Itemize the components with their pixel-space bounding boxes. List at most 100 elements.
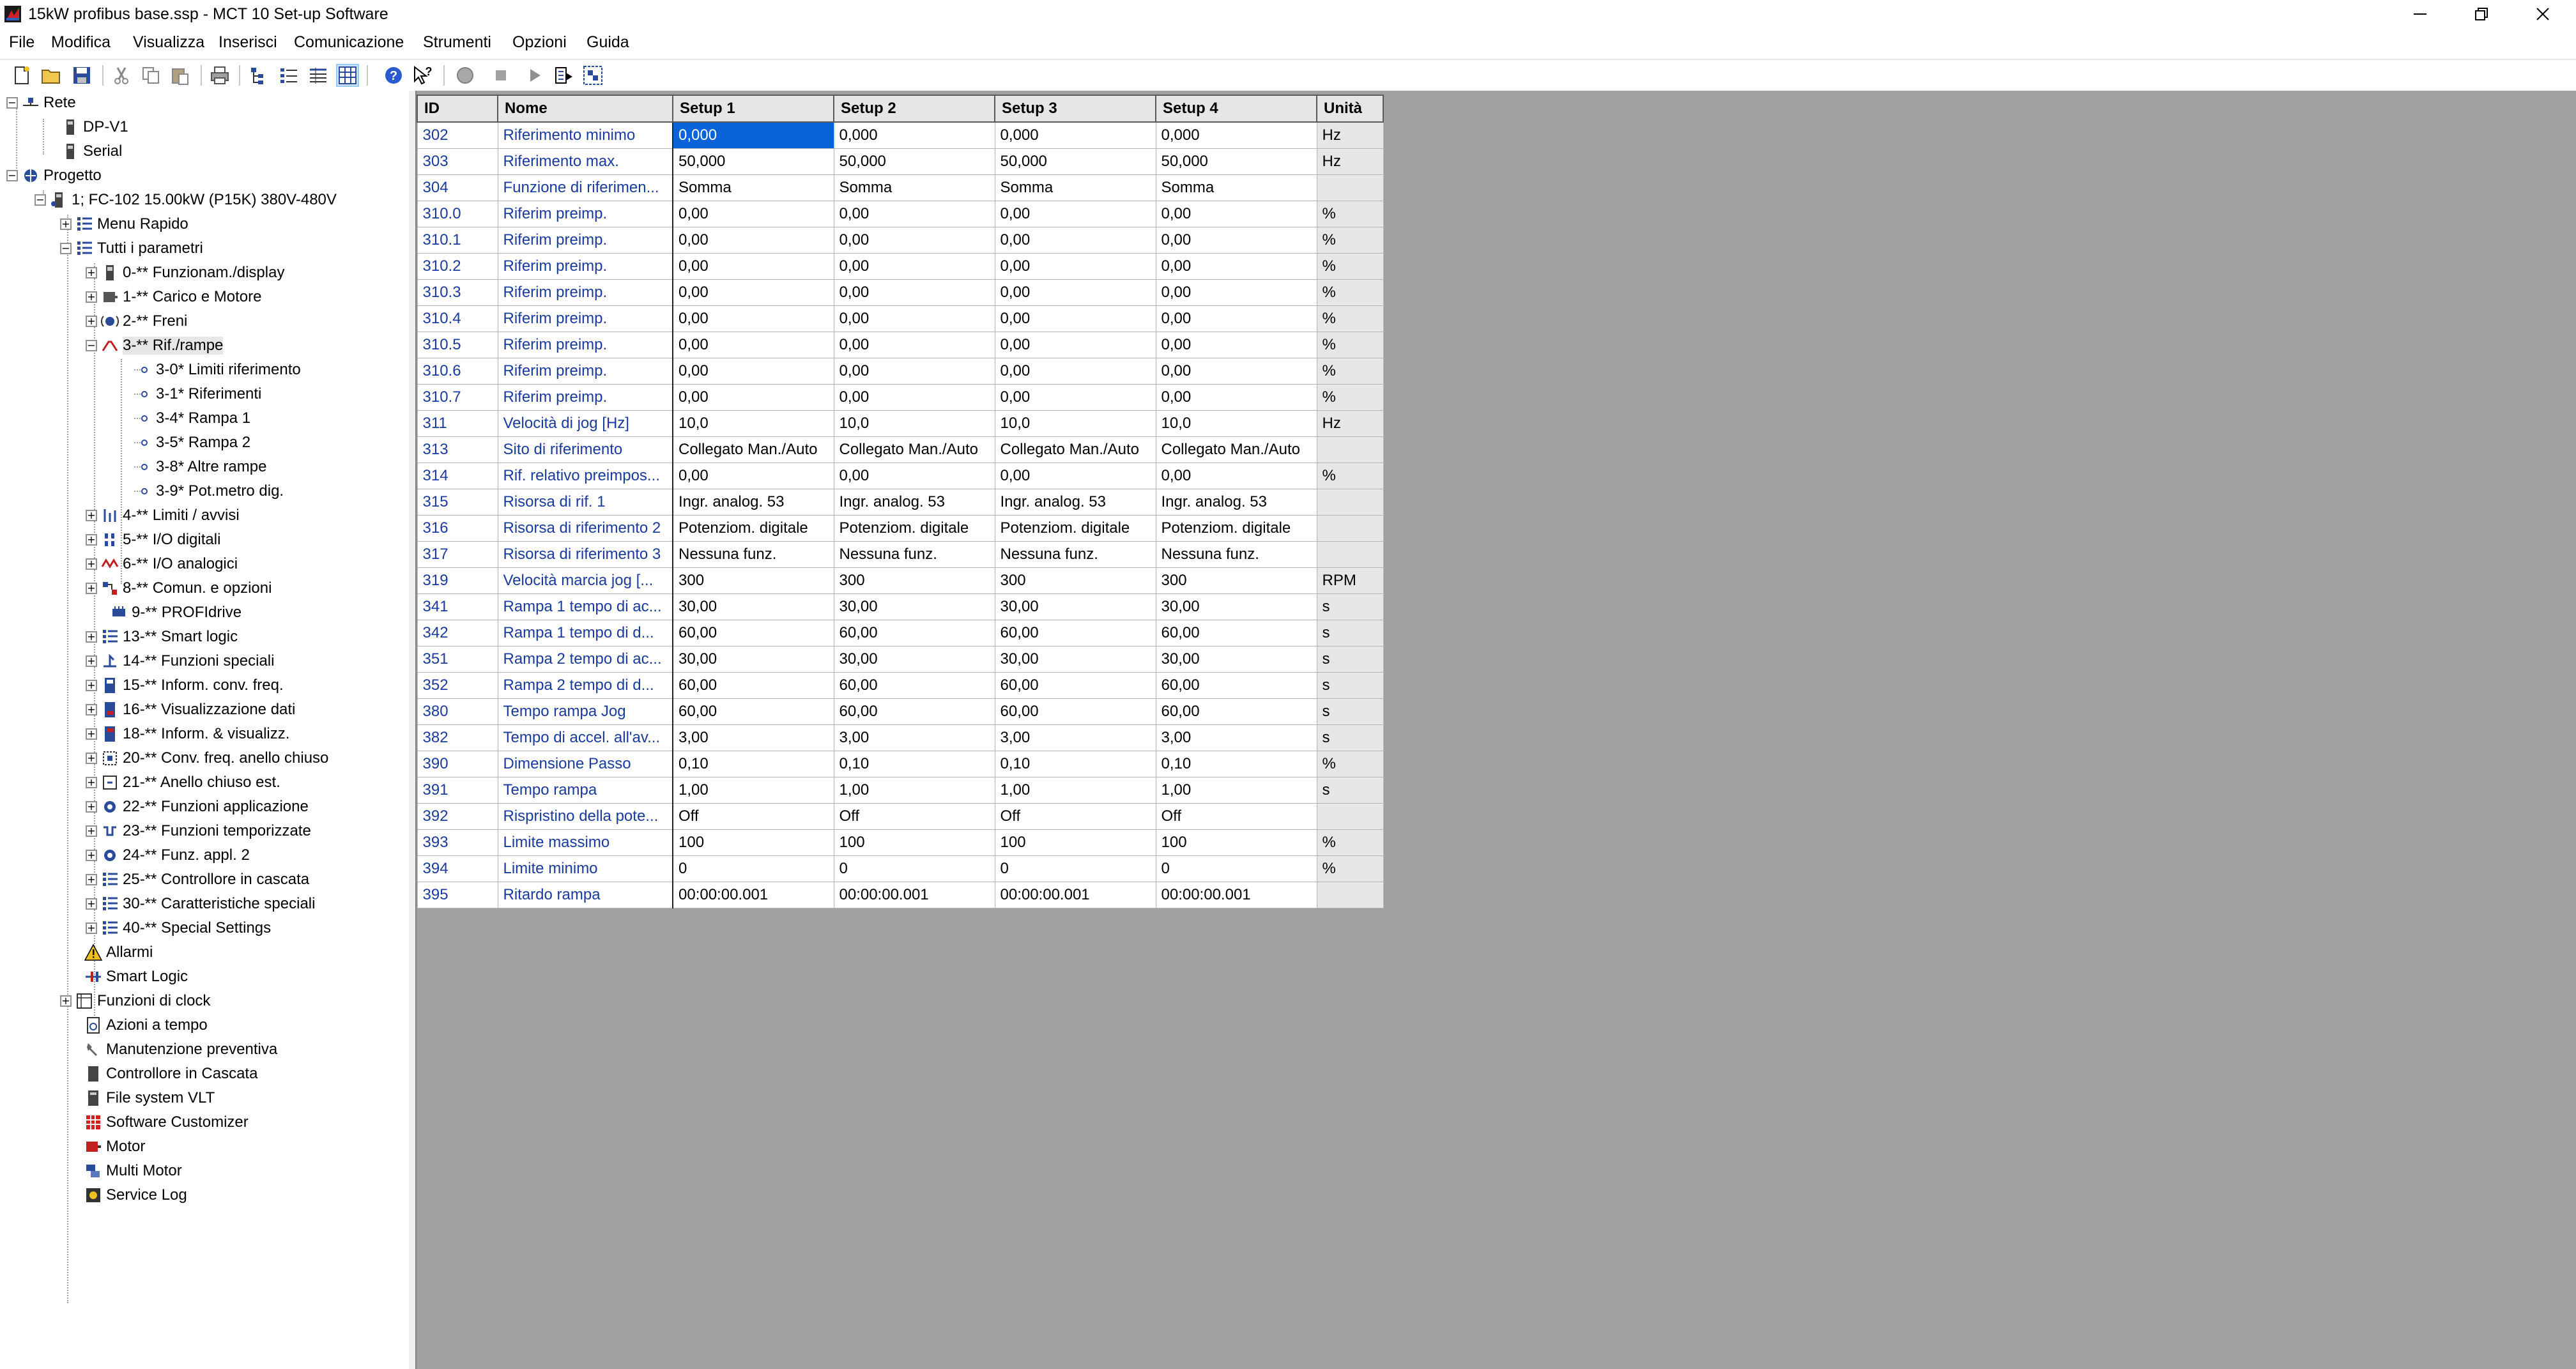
- save-icon[interactable]: [72, 65, 92, 86]
- tree-item-service-log[interactable]: Service Log: [84, 1183, 187, 1207]
- cell-setup-2[interactable]: 00:00:00.001: [833, 882, 995, 908]
- tree-item-group-0[interactable]: +0-** Funzionam./display: [86, 261, 284, 284]
- expand-icon[interactable]: +: [86, 873, 97, 885]
- cell-setup-2[interactable]: Collegato Man./Auto: [833, 436, 995, 463]
- expand-icon[interactable]: +: [86, 655, 97, 667]
- cell-setup-2[interactable]: 50,000: [833, 148, 995, 175]
- restore-button[interactable]: [2453, 0, 2510, 28]
- collapse-icon[interactable]: −: [6, 169, 18, 181]
- cut-icon[interactable]: [111, 65, 132, 86]
- tree-item-group-22[interactable]: +22-** Funzioni applicazione: [86, 795, 309, 818]
- tree-item-group-30[interactable]: +30-** Caratteristiche speciali: [86, 892, 315, 915]
- cell-setup-4[interactable]: Potenziom. digitale: [1155, 515, 1317, 542]
- table-row[interactable]: 310.1 Riferim preimp. 0,00 0,00 0,00 0,00%: [417, 227, 1384, 254]
- tree-item-group-25[interactable]: +25-** Controllore in cascata: [86, 868, 309, 891]
- column-header-setup-2[interactable]: Setup 2: [833, 95, 995, 123]
- expand-icon[interactable]: +: [86, 703, 97, 715]
- tree-item-group-4[interactable]: +4-** Limiti / avvisi: [86, 503, 240, 527]
- table-row[interactable]: 303 Riferimento max. 50,000 50,000 50,000 50,…: [417, 148, 1384, 175]
- new-icon[interactable]: [12, 65, 32, 86]
- expand-icon[interactable]: +: [86, 728, 97, 740]
- table-row[interactable]: 341 Rampa 1 tempo di ac... 30,00 30,00 30,00…: [417, 593, 1384, 620]
- cell-setup-1[interactable]: 3,00: [672, 724, 834, 751]
- cell-setup-4[interactable]: 30,00: [1155, 646, 1317, 673]
- cell-setup-1[interactable]: 0,000: [672, 121, 834, 149]
- table-row[interactable]: 393 Limite massimo 100 100 100 100%: [417, 829, 1384, 856]
- column-header-unita[interactable]: Unità: [1316, 95, 1384, 123]
- cell-setup-3[interactable]: Somma: [994, 174, 1156, 201]
- column-header-nome[interactable]: Nome: [497, 95, 673, 123]
- cell-setup-1[interactable]: 0,00: [672, 279, 834, 306]
- context-help-icon[interactable]: ?: [413, 65, 433, 86]
- cell-setup-4[interactable]: Off: [1155, 803, 1317, 830]
- cell-setup-2[interactable]: 0: [833, 855, 995, 882]
- cell-setup-4[interactable]: 60,00: [1155, 698, 1317, 725]
- cell-setup-4[interactable]: Ingr. analog. 53: [1155, 489, 1317, 516]
- cell-setup-4[interactable]: 60,00: [1155, 672, 1317, 699]
- cell-setup-2[interactable]: 100: [833, 829, 995, 856]
- expand-icon[interactable]: +: [86, 776, 97, 788]
- minimize-button[interactable]: [2392, 0, 2448, 28]
- collapse-icon[interactable]: −: [60, 242, 72, 254]
- cell-setup-4[interactable]: 0: [1155, 855, 1317, 882]
- cell-setup-1[interactable]: 00:00:00.001: [672, 882, 834, 908]
- tree-item-software-customizer[interactable]: Software Customizer: [84, 1110, 249, 1134]
- tree-item-group-3-4[interactable]: 3-4* Rampa 1: [134, 406, 250, 430]
- cell-setup-3[interactable]: 30,00: [994, 646, 1156, 673]
- table-row[interactable]: 380 Tempo rampa Jog 60,00 60,00 60,00 60,00 s: [417, 698, 1384, 725]
- paste-icon[interactable]: [170, 65, 190, 86]
- cell-setup-3[interactable]: Off: [994, 803, 1156, 830]
- table-row[interactable]: 311 Velocità di jog [Hz] 10,0 10,0 10,0 10,0 H…: [417, 410, 1384, 437]
- tree-item-progetto[interactable]: − Progetto: [6, 164, 102, 187]
- table-row[interactable]: 382 Tempo di accel. all'av... 3,00 3,00 3,00…: [417, 724, 1384, 751]
- cell-setup-4[interactable]: 0,00: [1155, 279, 1317, 306]
- cell-setup-2[interactable]: 0,00: [833, 279, 995, 306]
- cell-setup-4[interactable]: 0,000: [1155, 121, 1317, 149]
- cell-setup-1[interactable]: 60,00: [672, 698, 834, 725]
- cell-setup-3[interactable]: 0,00: [994, 463, 1156, 489]
- tree-item-azioni-tempo[interactable]: Azioni a tempo: [84, 1013, 208, 1037]
- menu-modifica[interactable]: Modifica: [51, 33, 111, 52]
- cell-setup-4[interactable]: 30,00: [1155, 593, 1317, 620]
- tree-item-group-3-1[interactable]: 3-1* Riferimenti: [134, 382, 261, 406]
- cell-setup-4[interactable]: 0,00: [1155, 305, 1317, 332]
- read-from-drive-icon[interactable]: [553, 65, 574, 86]
- tree-item-group-6[interactable]: +6-** I/O analogici: [86, 552, 238, 576]
- expand-icon[interactable]: +: [86, 679, 97, 691]
- cell-setup-3[interactable]: 0,00: [994, 279, 1156, 306]
- menu-opzioni[interactable]: Opzioni: [512, 33, 567, 52]
- cell-setup-2[interactable]: 60,00: [833, 698, 995, 725]
- menu-visualizza[interactable]: Visualizza: [133, 33, 204, 52]
- record-icon[interactable]: [455, 65, 475, 86]
- table-row[interactable]: 314 Rif. relativo preimpos... 0,00 0,00 0,00…: [417, 463, 1384, 489]
- tree-item-group-24[interactable]: +24-** Funz. appl. 2: [86, 843, 250, 867]
- tree-item-group-15[interactable]: +15-** Inform. conv. freq.: [86, 673, 284, 697]
- cell-setup-3[interactable]: 0,00: [994, 305, 1156, 332]
- expand-icon[interactable]: +: [86, 291, 97, 303]
- cell-setup-4[interactable]: 3,00: [1155, 724, 1317, 751]
- table-row[interactable]: 317 Risorsa di riferimento 3 Nessuna funz.…: [417, 541, 1384, 568]
- table-row[interactable]: 310.6 Riferim preimp. 0,00 0,00 0,00 0,00%: [417, 358, 1384, 385]
- table-row[interactable]: 390 Dimensione Passo 0,10 0,10 0,10 0,10%: [417, 751, 1384, 777]
- table-row[interactable]: 394 Limite minimo 0 0 0 0%: [417, 855, 1384, 882]
- cell-setup-2[interactable]: 1,00: [833, 777, 995, 804]
- cell-setup-1[interactable]: 0,00: [672, 201, 834, 227]
- table-row[interactable]: 310.7 Riferim preimp. 0,00 0,00 0,00 0,00%: [417, 384, 1384, 411]
- cell-setup-3[interactable]: 1,00: [994, 777, 1156, 804]
- cell-setup-4[interactable]: 50,000: [1155, 148, 1317, 175]
- cell-setup-3[interactable]: Ingr. analog. 53: [994, 489, 1156, 516]
- cell-setup-2[interactable]: 60,00: [833, 672, 995, 699]
- menu-inserisci[interactable]: Inserisci: [218, 33, 277, 52]
- cell-setup-3[interactable]: Nessuna funz.: [994, 541, 1156, 568]
- cell-setup-1[interactable]: 60,00: [672, 620, 834, 646]
- cell-setup-2[interactable]: 30,00: [833, 593, 995, 620]
- cell-setup-1[interactable]: Nessuna funz.: [672, 541, 834, 568]
- table-row[interactable]: 352 Rampa 2 tempo di d... 60,00 60,00 60,00 6…: [417, 672, 1384, 699]
- collapse-icon[interactable]: −: [86, 339, 97, 351]
- table-row[interactable]: 351 Rampa 2 tempo di ac... 30,00 30,00 30,00…: [417, 646, 1384, 673]
- cell-setup-2[interactable]: 0,00: [833, 463, 995, 489]
- cell-setup-4[interactable]: Nessuna funz.: [1155, 541, 1317, 568]
- expand-icon[interactable]: +: [86, 315, 97, 327]
- expand-icon[interactable]: +: [86, 631, 97, 643]
- cell-setup-2[interactable]: 0,00: [833, 305, 995, 332]
